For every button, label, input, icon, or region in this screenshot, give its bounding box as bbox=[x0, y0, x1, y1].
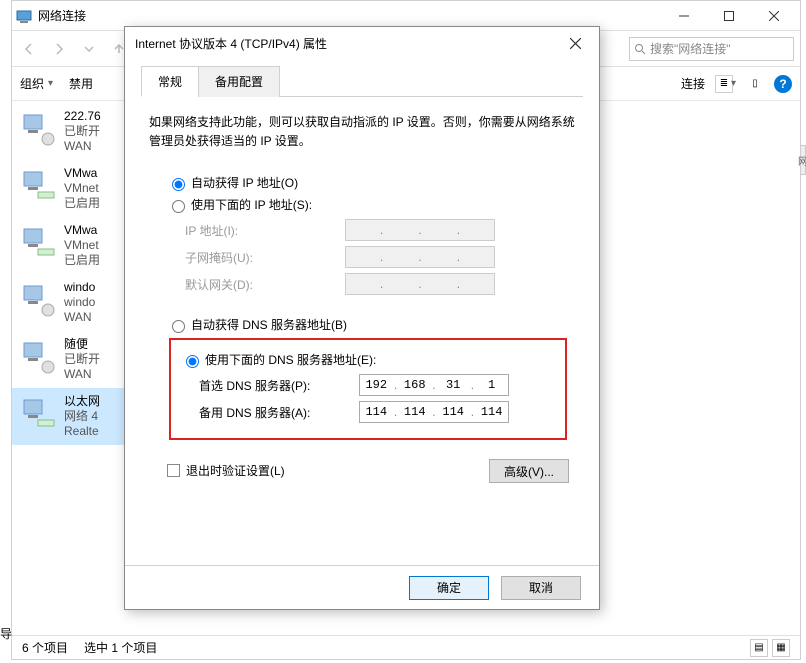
ip-address-input: ... bbox=[345, 219, 495, 241]
app-icon bbox=[16, 8, 32, 24]
selection-count: 选中 1 个项目 bbox=[84, 639, 157, 656]
list-item[interactable]: 以太网网络 4Realte bbox=[12, 388, 132, 445]
preferred-dns-input[interactable]: 192.168.31.1 bbox=[359, 374, 509, 396]
help-icon[interactable]: ? bbox=[774, 75, 792, 93]
window-title: 网络连接 bbox=[38, 7, 86, 24]
item-count: 6 个项目 bbox=[22, 639, 68, 656]
connection-icon bbox=[18, 337, 58, 377]
side-label: 网 bbox=[800, 145, 806, 175]
preview-pane-icon[interactable]: ▯ bbox=[746, 75, 764, 93]
chevron-down-icon[interactable] bbox=[78, 38, 100, 60]
search-icon bbox=[634, 43, 646, 55]
close-button[interactable] bbox=[751, 1, 796, 30]
forward-button[interactable] bbox=[48, 38, 70, 60]
radio-ip-manual[interactable]: 使用下面的 IP 地址(S): bbox=[167, 196, 569, 213]
tab-strip: 常规 备用配置 bbox=[141, 65, 583, 97]
connection-icon bbox=[18, 166, 58, 206]
list-item[interactable]: VMwaVMnet已启用 bbox=[12, 217, 132, 274]
disable-cmd[interactable]: 禁用 bbox=[69, 75, 93, 92]
list-item[interactable]: 222.76已断开WAN bbox=[12, 103, 132, 160]
list-item[interactable]: VMwaVMnet已启用 bbox=[12, 160, 132, 217]
dns-group: 自动获得 DNS 服务器地址(B) 使用下面的 DNS 服务器地址(E): 首选… bbox=[167, 311, 569, 450]
alternate-dns-label: 备用 DNS 服务器(A): bbox=[199, 404, 359, 421]
connection-icon bbox=[18, 223, 58, 263]
tab-alternate[interactable]: 备用配置 bbox=[198, 66, 280, 97]
list-item[interactable]: 随便已断开WAN bbox=[12, 331, 132, 388]
dialog-titlebar: Internet 协议版本 4 (TCP/IPv4) 属性 bbox=[125, 27, 599, 59]
gateway-input: ... bbox=[345, 273, 495, 295]
subnet-mask-input: ... bbox=[345, 246, 495, 268]
dialog-title: Internet 协议版本 4 (TCP/IPv4) 属性 bbox=[135, 35, 561, 52]
organize-menu[interactable]: 组织 bbox=[20, 75, 44, 92]
minimize-button[interactable] bbox=[661, 1, 706, 30]
connection-list: 222.76已断开WAN VMwaVMnet已启用 VMwaVMnet已启用 w… bbox=[12, 101, 132, 635]
search-placeholder: 搜索"网络连接" bbox=[650, 40, 731, 57]
connection-icon bbox=[18, 394, 58, 434]
gateway-label: 默认网关(D): bbox=[185, 276, 345, 293]
chevron-down-icon: ▾ bbox=[48, 78, 53, 89]
description-text: 如果网络支持此功能，则可以获取自动指派的 IP 设置。否则，你需要从网络系统管理… bbox=[149, 113, 575, 151]
close-button[interactable] bbox=[561, 29, 589, 57]
ip-group: 自动获得 IP 地址(O) 使用下面的 IP 地址(S): IP 地址(I):.… bbox=[167, 169, 569, 311]
maximize-button[interactable] bbox=[706, 1, 751, 30]
icons-view-icon[interactable]: ▦ bbox=[772, 639, 790, 657]
ip-address-label: IP 地址(I): bbox=[185, 222, 345, 239]
back-button[interactable] bbox=[18, 38, 40, 60]
dialog-footer: 确定 取消 bbox=[125, 565, 599, 609]
highlight-box: 使用下面的 DNS 服务器地址(E): 首选 DNS 服务器(P): 192.1… bbox=[169, 338, 567, 440]
search-input[interactable]: 搜索"网络连接" bbox=[629, 37, 794, 61]
cancel-button[interactable]: 取消 bbox=[501, 576, 581, 600]
connection-icon bbox=[18, 109, 58, 149]
radio-dns-auto[interactable]: 自动获得 DNS 服务器地址(B) bbox=[167, 316, 569, 333]
subnet-mask-label: 子网掩码(U): bbox=[185, 249, 345, 266]
preferred-dns-label: 首选 DNS 服务器(P): bbox=[199, 377, 359, 394]
tab-general[interactable]: 常规 bbox=[141, 66, 199, 97]
radio-dns-manual[interactable]: 使用下面的 DNS 服务器地址(E): bbox=[181, 351, 555, 368]
truncated-label: 导 bbox=[0, 625, 12, 642]
list-item[interactable]: windowindoWAN bbox=[12, 274, 132, 331]
radio-ip-auto[interactable]: 自动获得 IP 地址(O) bbox=[167, 174, 569, 191]
ok-button[interactable]: 确定 bbox=[409, 576, 489, 600]
details-view-icon[interactable]: ▤ bbox=[750, 639, 768, 657]
advanced-button[interactable]: 高级(V)... bbox=[489, 459, 569, 483]
status-bar: 6 个项目 选中 1 个项目 ▤ ▦ bbox=[12, 635, 800, 659]
chevron-down-icon: ▾ bbox=[731, 78, 736, 89]
alternate-dns-input[interactable]: 114.114.114.114 bbox=[359, 401, 509, 423]
diagnose-cmd[interactable]: 连接 bbox=[681, 75, 705, 92]
connection-icon bbox=[18, 280, 58, 320]
ipv4-properties-dialog: Internet 协议版本 4 (TCP/IPv4) 属性 常规 备用配置 如果… bbox=[124, 26, 600, 610]
dialog-body: 常规 备用配置 如果网络支持此功能，则可以获取自动指派的 IP 设置。否则，你需… bbox=[125, 59, 599, 565]
